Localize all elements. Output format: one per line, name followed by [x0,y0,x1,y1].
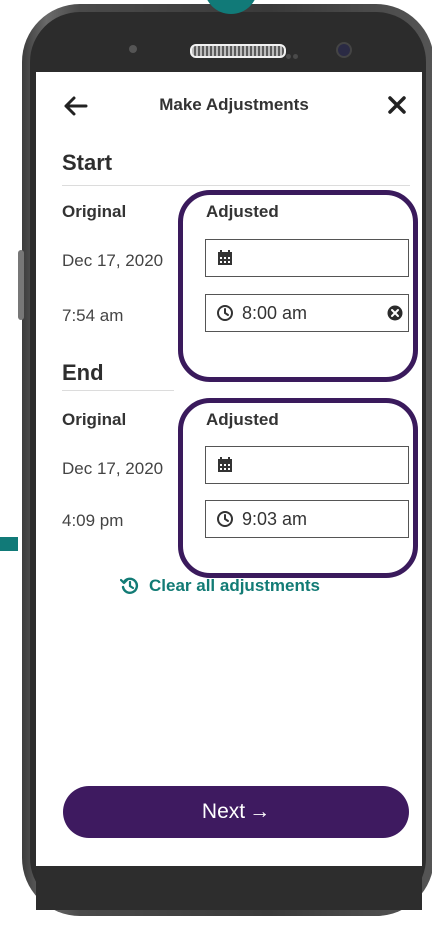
clear-all-adjustments-link[interactable]: Clear all adjustments [119,574,370,600]
history-icon [119,576,140,596]
next-button-label: Next [201,800,246,823]
next-button[interactable]: Next → [63,786,409,838]
phone-camera [336,42,352,58]
start-divider [62,185,410,186]
phone-speaker-dots [286,46,308,59]
phone-sensor [129,45,137,53]
start-original-time: 7:54 am [62,306,124,325]
end-section-title: End [62,360,104,385]
start-original-date: Dec 17, 2020 [62,251,164,270]
end-original-date: Dec 17, 2020 [62,459,164,478]
phone-bottom-bezel [36,866,422,910]
end-original-label: Original [62,410,127,429]
page-title: Make Adjustments [159,95,309,114]
close-icon[interactable] [386,94,408,116]
start-original-label: Original [62,202,127,221]
end-original-time: 4:09 pm [62,511,124,530]
end-divider [62,390,174,391]
phone-speaker [190,44,286,58]
end-adjusted-highlight [178,398,418,578]
phone-side-button [18,250,24,320]
arrow-left-icon[interactable] [62,94,90,118]
start-section-title: Start [62,150,113,175]
decorative-teal-connector [0,537,18,551]
arrow-right-icon: → [249,800,271,823]
start-adjusted-highlight [178,190,418,382]
clear-link-label: Clear all adjustments [149,576,321,595]
